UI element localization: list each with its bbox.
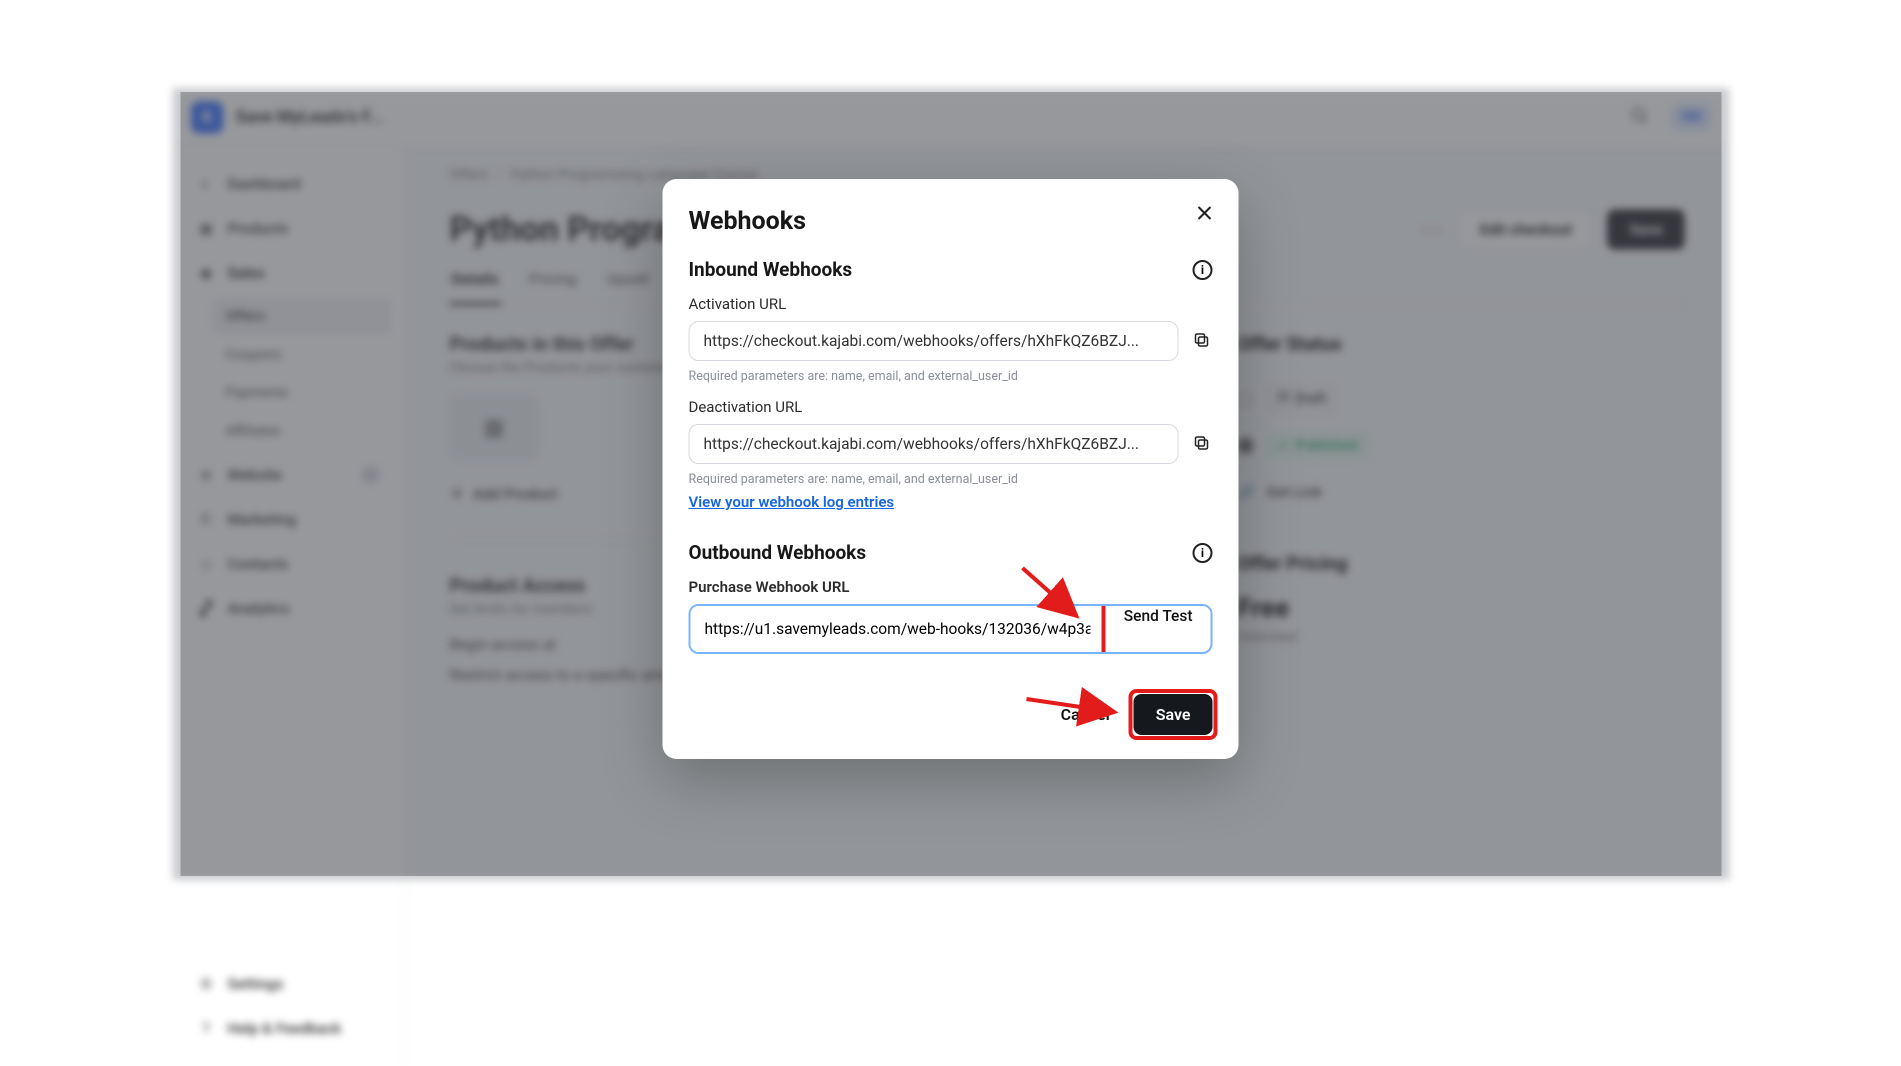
log-entries-link[interactable]: View your webhook log entries xyxy=(689,493,895,511)
purchase-label: Purchase Webhook URL xyxy=(689,578,1213,596)
activation-hint: Required parameters are: name, email, an… xyxy=(689,369,1213,384)
help-icon: ? xyxy=(197,1019,215,1037)
info-icon[interactable]: i xyxy=(1193,260,1213,280)
gear-icon: ⚙ xyxy=(197,975,215,993)
info-icon[interactable]: i xyxy=(1193,543,1213,563)
cancel-button[interactable]: Cancel xyxy=(1047,695,1124,734)
purchase-url-input[interactable] xyxy=(691,606,1105,652)
modal-overlay: Webhooks Inbound Webhooks i Activation U… xyxy=(180,92,1721,876)
copy-icon[interactable] xyxy=(1193,434,1213,454)
deactivation-url-field[interactable]: https://checkout.kajabi.com/webhooks/off… xyxy=(689,424,1179,464)
send-test-button[interactable]: Send Test xyxy=(1105,607,1211,625)
webhooks-modal: Webhooks Inbound Webhooks i Activation U… xyxy=(663,179,1239,759)
nav-help[interactable]: ?Help & Feedback xyxy=(184,1009,391,1047)
activation-url-field[interactable]: https://checkout.kajabi.com/webhooks/off… xyxy=(689,321,1179,361)
nav-settings[interactable]: ⚙Settings xyxy=(184,965,391,1003)
save-button[interactable]: Save xyxy=(1134,694,1213,735)
deactivation-label: Deactivation URL xyxy=(689,398,1213,416)
copy-icon[interactable] xyxy=(1193,331,1213,351)
activation-label: Activation URL xyxy=(689,295,1213,313)
inbound-heading: Inbound Webhooks xyxy=(689,258,853,281)
deactivation-hint: Required parameters are: name, email, an… xyxy=(689,472,1213,487)
modal-title: Webhooks xyxy=(689,207,1213,236)
close-icon[interactable] xyxy=(1193,201,1217,225)
outbound-heading: Outbound Webhooks xyxy=(689,541,867,564)
